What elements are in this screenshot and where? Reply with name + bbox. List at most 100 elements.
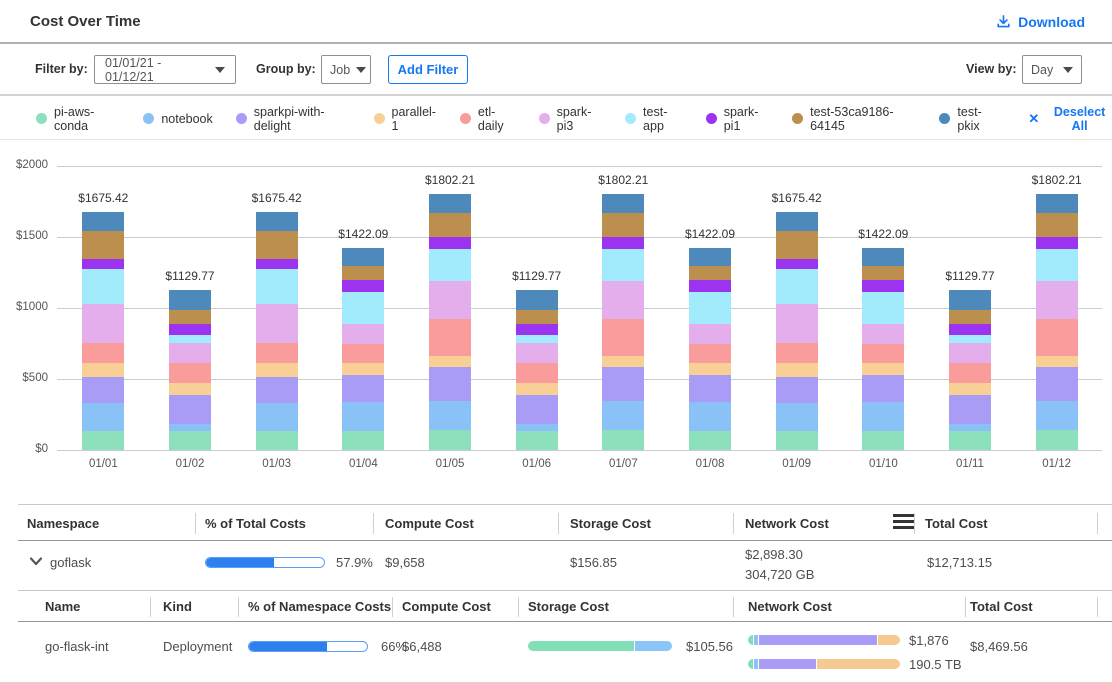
bar-segment-test-53ca9186-64145: [429, 213, 471, 238]
bar-segment-spark-pi1: [689, 280, 731, 292]
bar-segment-test-app: [776, 269, 818, 303]
network-usage-bar: [748, 659, 900, 669]
stacked-bar-01/04[interactable]: [342, 248, 384, 450]
bar-segment-notebook: [169, 424, 211, 431]
bar-segment-test-pkix: [429, 194, 471, 212]
legend-item-test-app[interactable]: test-app: [625, 105, 683, 133]
bar-segment-test-app: [602, 249, 644, 281]
legend-item-spark-pi3[interactable]: spark-pi3: [539, 105, 602, 133]
col-compute-cost: Compute Cost: [402, 599, 491, 614]
legend-label: test-53ca9186-64145: [810, 105, 916, 133]
legend-item-notebook[interactable]: notebook: [143, 112, 212, 126]
stacked-bar-01/01[interactable]: [82, 212, 124, 450]
stacked-bar-01/05[interactable]: [429, 194, 471, 450]
legend-item-sparkpi-with-delight[interactable]: sparkpi-with-delight: [236, 105, 351, 133]
namespace-table-header: Namespace % of Total Costs Compute Cost …: [18, 505, 1112, 541]
bar-segment-sparkpi-with-delight: [169, 395, 211, 423]
pct-namespace-progress-fill: [249, 642, 327, 651]
legend-item-spark-pi1[interactable]: spark-pi1: [706, 105, 769, 133]
legend-dot: [36, 113, 47, 124]
bar-total-label: $1422.09: [665, 227, 755, 241]
view-by-select[interactable]: Day: [1022, 55, 1082, 84]
mini-bar-segment: [748, 635, 753, 645]
legend-item-pi-aws-conda[interactable]: pi-aws-conda: [36, 105, 120, 133]
group-by-label: Group by:: [256, 62, 316, 76]
add-filter-button[interactable]: Add Filter: [388, 55, 468, 84]
stacked-bar-01/03[interactable]: [256, 212, 298, 450]
stacked-bar-01/07[interactable]: [602, 194, 644, 450]
storage-cost-value: $156.85: [570, 555, 617, 570]
x-axis-label: 01/06: [492, 458, 582, 470]
legend-label: test-app: [643, 105, 683, 133]
bar-segment-test-app: [429, 249, 471, 281]
legend-item-parallel-1[interactable]: parallel-1: [374, 105, 437, 133]
bar-segment-etl-daily: [429, 319, 471, 356]
bar-segment-sparkpi-with-delight: [1036, 367, 1078, 402]
legend-label: pi-aws-conda: [54, 105, 120, 133]
bar-segment-sparkpi-with-delight: [429, 367, 471, 402]
bar-segment-spark-pi3: [429, 281, 471, 319]
chevron-down-icon: [215, 67, 225, 73]
legend-dot: [706, 113, 717, 124]
legend-item-test-pkix[interactable]: test-pkix: [939, 105, 998, 133]
deselect-all-button[interactable]: ✕ Deselect All: [1028, 105, 1112, 133]
chevron-down-icon: [356, 67, 366, 73]
stacked-bar-01/06[interactable]: [516, 290, 558, 450]
bar-total-label: $1129.77: [925, 269, 1015, 283]
bar-segment-notebook: [342, 402, 384, 431]
bar-segment-sparkpi-with-delight: [602, 367, 644, 402]
bar-segment-parallel-1: [516, 383, 558, 395]
col-name: Name: [45, 599, 80, 614]
stacked-bar-01/08[interactable]: [689, 248, 731, 450]
col-kind: Kind: [163, 599, 192, 614]
bar-segment-test-pkix: [256, 212, 298, 231]
group-by-select[interactable]: Job: [321, 55, 371, 84]
gridline: [57, 379, 1102, 380]
column-settings-icon[interactable]: [893, 514, 915, 532]
group-by-value: Job: [330, 63, 350, 77]
cost-over-time-page: Cost Over Time Download Filter by: 01/01…: [0, 0, 1112, 682]
col-pct-namespace-costs: % of Namespace Costs: [248, 599, 391, 614]
stacked-bar-01/10[interactable]: [862, 248, 904, 450]
chart-legend: pi-aws-conda notebook sparkpi-with-delight…: [0, 98, 1112, 140]
bar-segment-parallel-1: [602, 356, 644, 367]
bar-segment-spark-pi1: [776, 259, 818, 269]
collapse-chevron-icon[interactable]: [29, 556, 43, 566]
title-bar: Cost Over Time Download: [0, 0, 1112, 44]
date-range-select[interactable]: 01/01/21 - 01/12/21: [94, 55, 236, 84]
filter-bar: Filter by: 01/01/21 - 01/12/21 Group by:…: [0, 46, 1112, 96]
bar-segment-test-pkix: [689, 248, 731, 266]
col-network-cost: Network Cost: [745, 516, 829, 531]
bar-total-label: $1675.42: [752, 191, 842, 205]
network-cost-value: $2,898.30: [745, 547, 803, 562]
y-axis-tick-label: $0: [0, 443, 48, 455]
stacked-bar-01/09[interactable]: [776, 212, 818, 450]
bar-segment-spark-pi3: [776, 304, 818, 344]
download-button[interactable]: Download: [996, 0, 1085, 43]
bar-segment-test-53ca9186-64145: [516, 310, 558, 324]
bar-segment-spark-pi1: [169, 324, 211, 335]
legend-item-test-53ca9186-64145[interactable]: test-53ca9186-64145: [792, 105, 916, 133]
stacked-bar-01/11[interactable]: [949, 290, 991, 450]
legend-label: etl-daily: [478, 105, 516, 133]
bar-segment-etl-daily: [82, 343, 124, 363]
storage-cost-value: $105.56: [686, 639, 733, 654]
bar-total-label: $1129.77: [145, 269, 235, 283]
namespace-row-goflask: goflask 57.9% $9,658 $156.85 $2,898.30 3…: [18, 541, 1112, 591]
bar-segment-test-app: [949, 335, 991, 343]
bar-segment-test-pkix: [1036, 194, 1078, 212]
mini-bar-segment: [635, 641, 672, 651]
bar-segment-sparkpi-with-delight: [342, 375, 384, 402]
gridline: [57, 450, 1102, 451]
bar-segment-test-pkix: [516, 290, 558, 310]
workload-table-header: Name Kind % of Namespace Costs Compute C…: [18, 591, 1112, 622]
bar-segment-test-53ca9186-64145: [689, 266, 731, 280]
bar-segment-test-app: [516, 335, 558, 343]
compute-cost-value: $6,488: [402, 639, 442, 654]
stacked-bar-01/12[interactable]: [1036, 194, 1078, 450]
bar-segment-spark-pi3: [342, 324, 384, 343]
legend-item-etl-daily[interactable]: etl-daily: [460, 105, 516, 133]
stacked-bar-01/02[interactable]: [169, 290, 211, 450]
bar-segment-pi-aws-conda: [256, 431, 298, 450]
storage-cost-bar: [528, 641, 672, 651]
